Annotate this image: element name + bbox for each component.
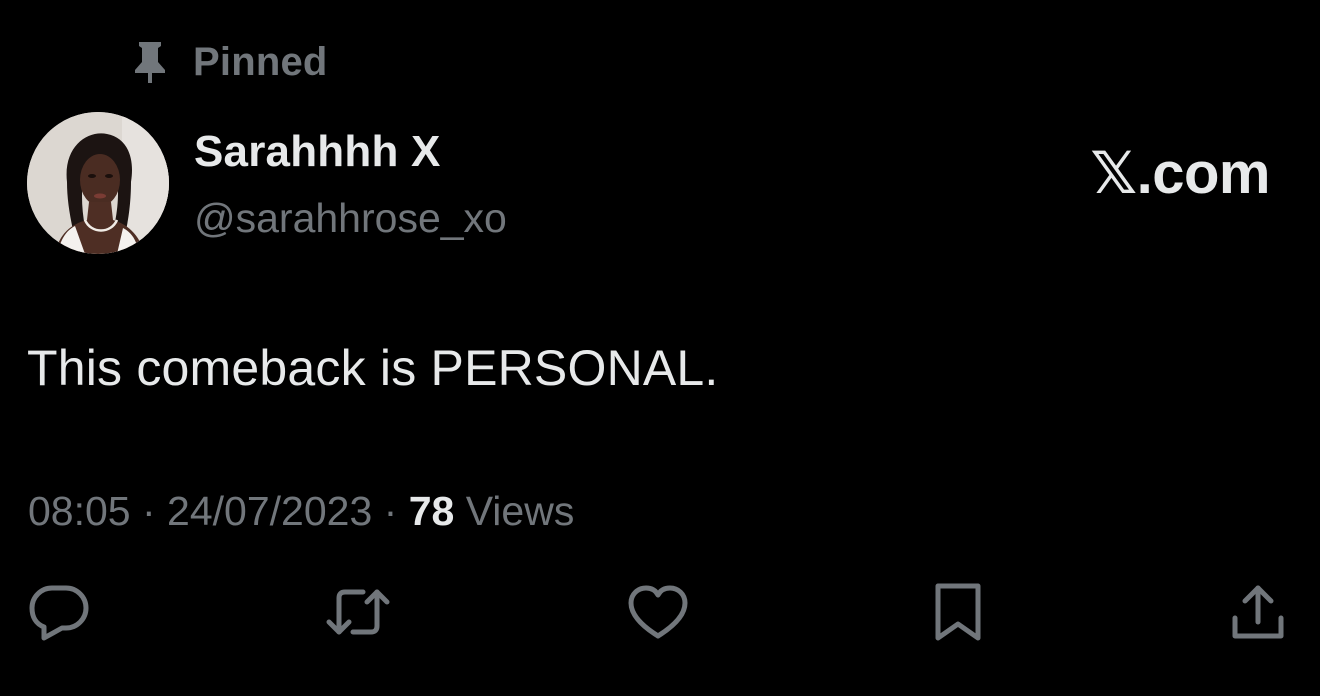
author-display-name[interactable]: Sarahhhh X: [194, 122, 507, 182]
like-button[interactable]: [626, 582, 690, 646]
bookmark-icon: [932, 582, 984, 647]
meta-separator: ·: [372, 488, 409, 534]
share-button[interactable]: [1226, 582, 1290, 646]
retweet-icon: [325, 584, 391, 645]
share-icon: [1229, 582, 1287, 647]
action-bar: [0, 582, 1320, 646]
tweet-time[interactable]: 08:05: [28, 488, 131, 534]
retweet-button[interactable]: [326, 582, 390, 646]
pinned-indicator: Pinned: [132, 38, 328, 86]
avatar[interactable]: [27, 112, 169, 254]
reply-button[interactable]: [27, 582, 91, 646]
bookmark-button[interactable]: [926, 582, 990, 646]
tweet-date[interactable]: 24/07/2023: [167, 488, 372, 534]
reply-icon: [28, 582, 90, 647]
pinned-label: Pinned: [193, 39, 328, 84]
pin-icon: [132, 40, 168, 84]
brand-watermark: 𝕏.com: [1090, 141, 1270, 206]
views-label[interactable]: Views: [454, 488, 575, 534]
meta-separator: ·: [130, 488, 168, 534]
tweet-meta: 08:05 · 24/07/2023 · 78 Views: [28, 484, 574, 538]
author-handle[interactable]: @sarahhrose_xo: [194, 188, 507, 248]
tweet-text: This comeback is PERSONAL.: [27, 340, 719, 396]
views-count[interactable]: 78: [409, 488, 455, 534]
heart-icon: [627, 584, 689, 645]
author-block[interactable]: Sarahhhh X @sarahhrose_xo: [194, 122, 507, 248]
